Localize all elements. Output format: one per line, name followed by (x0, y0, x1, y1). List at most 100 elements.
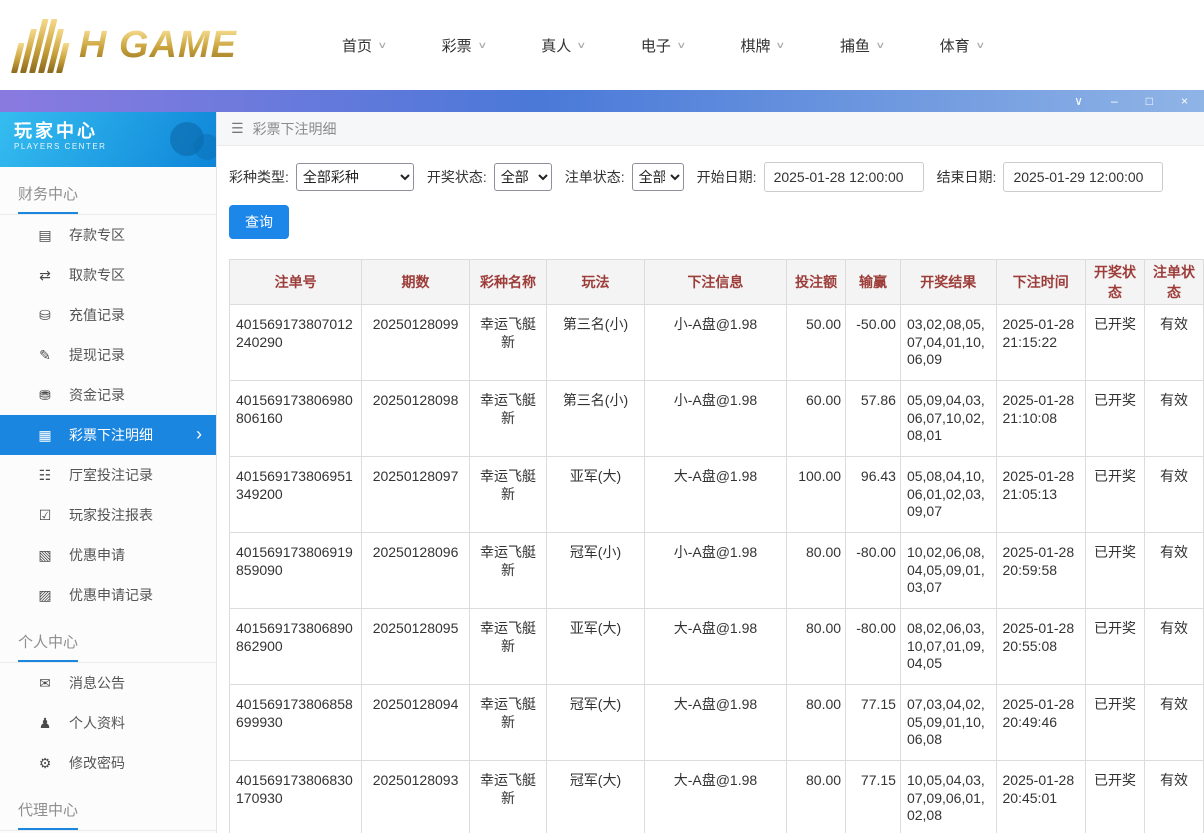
cell-bet-no: 401569173806980806160 (230, 381, 362, 457)
close-button[interactable]: × (1181, 95, 1188, 107)
cell-issue: 20250128097 (362, 457, 470, 533)
coupon-icon: ▧ (36, 547, 54, 564)
cell-bet-no: 401569173806919859090 (230, 533, 362, 609)
cell-lottery-name: 幸运飞艇新 (469, 533, 546, 609)
table-row: 40156917380701224029020250128099幸运飞艇新第三名… (230, 305, 1204, 381)
main-nav: 首页∨彩票∨真人∨电子∨棋牌∨捕鱼∨体育∨ (342, 35, 983, 56)
sidebar-item-player-bet-report[interactable]: ☑玩家投注报表 (0, 495, 216, 535)
cell-draw-status: 已开奖 (1085, 761, 1144, 833)
sidebar-item-announcements[interactable]: ✉消息公告 (0, 663, 216, 703)
header-bet-info: 下注信息 (644, 260, 786, 305)
cell-order-status: 有效 (1144, 533, 1203, 609)
nav-item-home[interactable]: 首页∨ (342, 35, 386, 56)
sidebar-section-heading: 个人中心 (0, 615, 216, 663)
logo-text: H GAME (79, 24, 237, 67)
cell-bet-info: 大-A盘@1.98 (644, 609, 786, 685)
cell-order-status: 有效 (1144, 609, 1203, 685)
nav-label: 棋牌 (740, 35, 770, 56)
sidebar-section-heading-label: 财务中心 (18, 183, 78, 214)
cell-play: 亚军(大) (547, 609, 645, 685)
header-draw-status: 开奖状态 (1085, 260, 1144, 305)
sidebar-item-hall-bet-records[interactable]: ☷厅室投注记录 (0, 455, 216, 495)
start-date-input[interactable] (764, 162, 924, 192)
lottery-type-select[interactable]: 全部彩种 (296, 163, 414, 191)
nav-item-lottery[interactable]: 彩票∨ (442, 35, 486, 56)
sidebar-item-promo-apply[interactable]: ▧ 优惠申请 (0, 535, 216, 575)
cell-bet-time: 2025-01-28 20:49:46 (996, 685, 1085, 761)
cell-draw-result: 10,02,06,08,04,05,09,01,03,07 (900, 533, 996, 609)
cell-bet-amount: 80.00 (787, 533, 846, 609)
bet-table: 注单号期数彩种名称玩法下注信息投注额输赢开奖结果下注时间开奖状态注单状态 401… (229, 259, 1204, 833)
table-row: 40156917380695134920020250128097幸运飞艇新亚军(… (230, 457, 1204, 533)
start-date-label: 开始日期: (697, 167, 757, 187)
sidebar-item-recharge-records[interactable]: ⛁充值记录 (0, 295, 216, 335)
sidebar-item-withdrawal-records[interactable]: ✎提现记录 (0, 335, 216, 375)
lottery-type-label: 彩种类型: (229, 167, 289, 187)
filter-bar: 彩种类型: 全部彩种 开奖状态: 全部 注单状态: 全部 开始日期: 结束日期: (229, 162, 1204, 192)
sidebar-item-fund-records[interactable]: ⛃资金记录 (0, 375, 216, 415)
nav-item-chess[interactable]: 棋牌∨ (740, 35, 784, 56)
cell-draw-status: 已开奖 (1085, 305, 1144, 381)
cell-issue: 20250128098 (362, 381, 470, 457)
chevron-down-icon: ∨ (676, 40, 686, 51)
table-row: 40156917380691985909020250128096幸运飞艇新冠军(… (230, 533, 1204, 609)
cell-draw-result: 07,03,04,02,05,09,01,10,06,08 (900, 685, 996, 761)
cell-win-loss: 96.43 (846, 457, 901, 533)
cell-bet-amount: 80.00 (787, 685, 846, 761)
sidebar-item-label: 优惠申请记录 (69, 585, 153, 605)
cell-bet-no: 401569173806890862900 (230, 609, 362, 685)
cell-order-status: 有效 (1144, 761, 1203, 833)
content-area: 彩种类型: 全部彩种 开奖状态: 全部 注单状态: 全部 开始日期: 结束日期: (217, 146, 1204, 833)
cell-play: 冠军(小) (547, 533, 645, 609)
cell-draw-status: 已开奖 (1085, 381, 1144, 457)
cell-order-status: 有效 (1144, 685, 1203, 761)
table-header-row: 注单号期数彩种名称玩法下注信息投注额输赢开奖结果下注时间开奖状态注单状态 (230, 260, 1204, 305)
cell-play: 冠军(大) (547, 685, 645, 761)
cell-win-loss: -50.00 (846, 305, 901, 381)
nav-item-electronic[interactable]: 电子∨ (641, 35, 685, 56)
sidebar-item-withdraw-zone[interactable]: ⇄取款专区 (0, 255, 216, 295)
draw-status-select[interactable]: 全部 (494, 163, 552, 191)
nav-item-fishing[interactable]: 捕鱼∨ (840, 35, 884, 56)
sidebar-item-profile[interactable]: ♟个人资料 (0, 703, 216, 743)
moneybag-icon: ⛃ (36, 387, 54, 404)
cell-play: 第三名(小) (547, 381, 645, 457)
sidebar-item-label: 取款专区 (69, 265, 125, 285)
maximize-button[interactable]: □ (1146, 95, 1153, 107)
cell-bet-time: 2025-01-28 21:10:08 (996, 381, 1085, 457)
cell-win-loss: -80.00 (846, 609, 901, 685)
sidebar-item-label: 充值记录 (69, 305, 125, 325)
order-status-select[interactable]: 全部 (632, 163, 684, 191)
sidebar-section-heading: 财务中心 (0, 167, 216, 215)
cell-bet-amount: 80.00 (787, 609, 846, 685)
sidebar-item-promo-apply-records[interactable]: ▨ 优惠申请记录 (0, 575, 216, 615)
table-row: 40156917380698080616020250128098幸运飞艇新第三名… (230, 381, 1204, 457)
cell-order-status: 有效 (1144, 305, 1203, 381)
cell-bet-info: 大-A盘@1.98 (644, 761, 786, 833)
nav-item-live[interactable]: 真人∨ (541, 35, 585, 56)
coupon-list-icon: ▨ (36, 587, 54, 604)
sidebar-item-lottery-bet-details[interactable]: ▦彩票下注明细› (0, 415, 216, 455)
sidebar-item-label: 优惠申请 (69, 545, 125, 565)
cell-order-status: 有效 (1144, 381, 1203, 457)
header-bet-amount: 投注额 (787, 260, 846, 305)
sidebar-item-label: 个人资料 (69, 713, 125, 733)
order-status-label: 注单状态: (565, 167, 625, 187)
sidebar-section-heading: 代理中心 (0, 783, 216, 831)
nav-label: 彩票 (442, 35, 472, 56)
hamburger-icon[interactable]: ☰ (231, 120, 244, 137)
header-issue: 期数 (362, 260, 470, 305)
header-bet-time: 下注时间 (996, 260, 1085, 305)
cell-order-status: 有效 (1144, 457, 1203, 533)
pencil-icon: ✎ (36, 347, 54, 364)
list-icon: ▦ (36, 427, 54, 444)
sidebar-item-change-password[interactable]: ⚙修改密码 (0, 743, 216, 783)
search-button[interactable]: 查询 (229, 205, 289, 239)
nav-item-sports[interactable]: 体育∨ (940, 35, 984, 56)
collapse-button[interactable]: ∨ (1074, 95, 1083, 107)
end-date-input[interactable] (1003, 162, 1163, 192)
sidebar-item-deposit-zone[interactable]: ▤存款专区 (0, 215, 216, 255)
cell-bet-no: 401569173806830170930 (230, 761, 362, 833)
cell-lottery-name: 幸运飞艇新 (469, 457, 546, 533)
minimize-button[interactable]: – (1111, 95, 1118, 107)
